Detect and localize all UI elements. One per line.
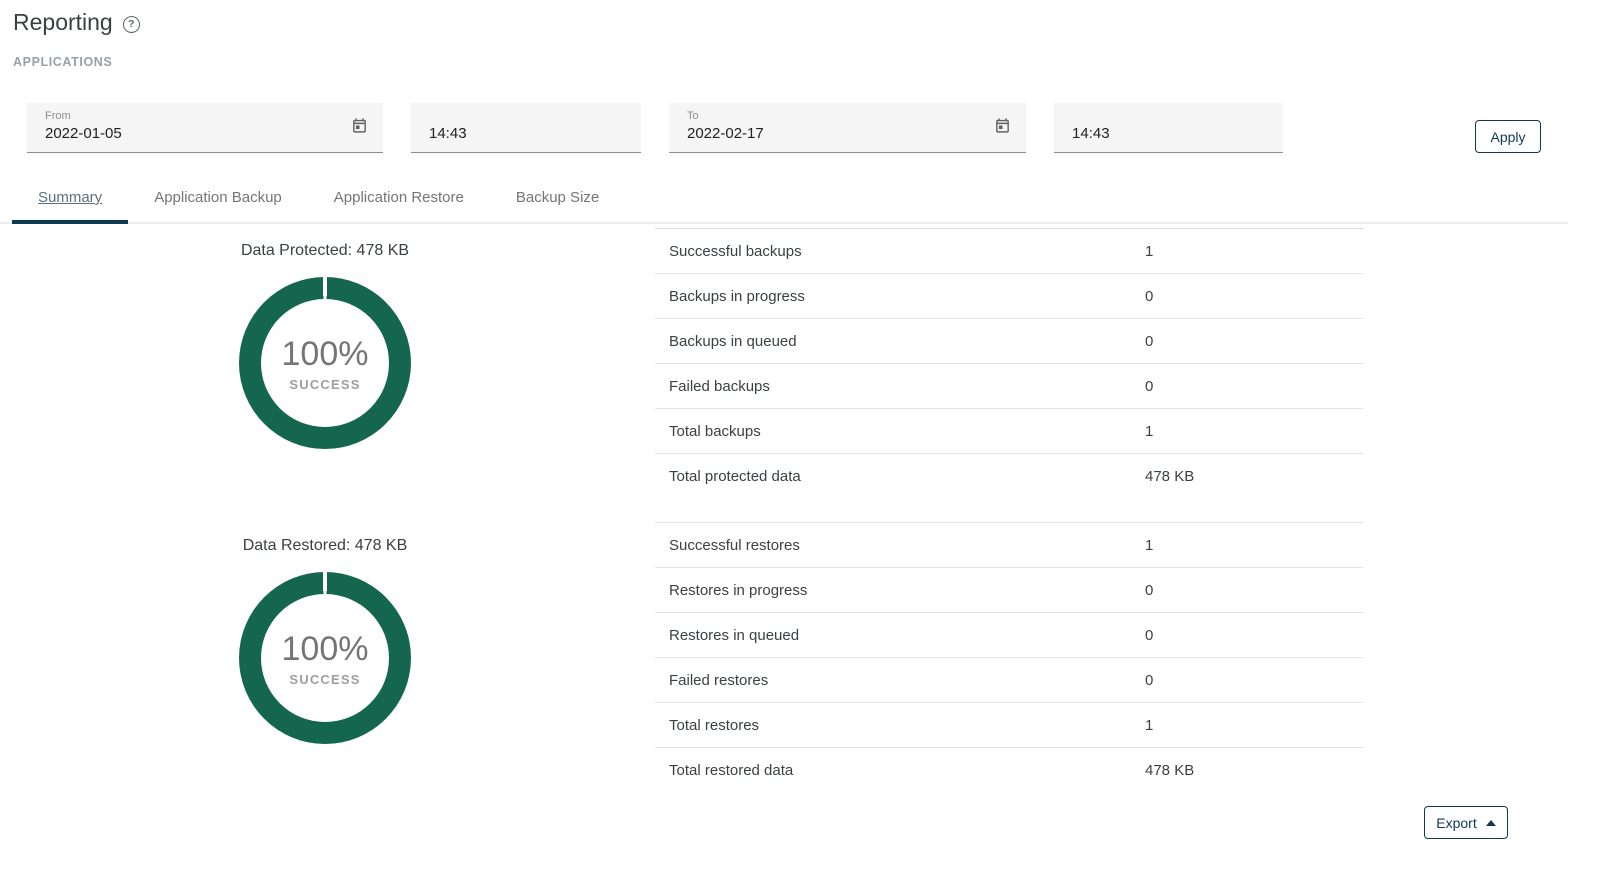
row-value: 1 [1145, 423, 1363, 440]
table-row: Successful restores 1 [655, 523, 1363, 568]
to-date-value[interactable]: 2022-02-17 [687, 125, 1008, 142]
export-label: Export [1436, 815, 1476, 831]
donut-chart-restored: 100% SUCCESS [239, 572, 411, 744]
row-label: Restores in queued [655, 627, 1145, 644]
from-time-field[interactable]: 14:43 [411, 103, 641, 153]
row-label: Restores in progress [655, 582, 1145, 599]
row-value: 1 [1145, 243, 1363, 260]
from-date-label: From [45, 110, 365, 124]
row-value: 0 [1145, 333, 1363, 350]
table-row: Successful backups 1 [655, 229, 1363, 274]
row-value: 1 [1145, 537, 1363, 554]
caret-up-icon [1486, 820, 1496, 826]
table-row: Failed backups 0 [655, 364, 1363, 409]
page-title: Reporting [13, 9, 113, 36]
help-icon[interactable]: ? [123, 16, 140, 33]
from-date-value[interactable]: 2022-01-05 [45, 125, 365, 142]
row-value: 0 [1145, 582, 1363, 599]
summary-tables: Successful backups 1 Backups in progress… [655, 228, 1363, 793]
from-time-label [429, 110, 623, 124]
tab-summary[interactable]: Summary [12, 173, 128, 222]
table-row: Backups in progress 0 [655, 274, 1363, 319]
donut-center-label: 100% SUCCESS [239, 572, 411, 744]
tab-backup-size[interactable]: Backup Size [490, 173, 625, 222]
row-label: Total restored data [655, 762, 1145, 779]
row-label: Backups in queued [655, 333, 1145, 350]
to-date-label: To [687, 110, 1008, 124]
tab-application-restore[interactable]: Application Restore [308, 173, 490, 222]
table-row: Total protected data 478 KB [655, 454, 1363, 499]
row-label: Successful backups [655, 243, 1145, 260]
row-label: Total restores [655, 717, 1145, 734]
charts-column: Data Protected: 478 KB 100% SUCCESS Data… [0, 228, 650, 828]
percent-value: 100% [282, 335, 369, 374]
row-value: 1 [1145, 717, 1363, 734]
page-header: Reporting ? [13, 9, 140, 36]
percent-value: 100% [282, 630, 369, 669]
donut-chart-protected: 100% SUCCESS [239, 277, 411, 449]
row-value: 478 KB [1145, 762, 1363, 779]
row-label: Successful restores [655, 537, 1145, 554]
table-row: Backups in queued 0 [655, 319, 1363, 364]
table-row: Total backups 1 [655, 409, 1363, 454]
table-row: Total restored data 478 KB [655, 748, 1363, 793]
export-button[interactable]: Export [1424, 806, 1508, 839]
tab-application-backup[interactable]: Application Backup [128, 173, 308, 222]
table-row: Total restores 1 [655, 703, 1363, 748]
section-label-applications: APPLICATIONS [13, 55, 112, 69]
apply-button[interactable]: Apply [1475, 120, 1541, 153]
donut-center-label: 100% SUCCESS [239, 277, 411, 449]
calendar-icon[interactable] [351, 117, 368, 134]
chart-title: Data Protected: 478 KB [0, 242, 650, 260]
row-value: 478 KB [1145, 468, 1363, 485]
to-time-label [1072, 110, 1265, 124]
row-value: 0 [1145, 672, 1363, 689]
row-value: 0 [1145, 627, 1363, 644]
to-time-value[interactable]: 14:43 [1072, 125, 1265, 142]
tab-bar: Summary Application Backup Application R… [0, 173, 1568, 224]
success-label: SUCCESS [289, 377, 360, 392]
success-label: SUCCESS [289, 672, 360, 687]
row-value: 0 [1145, 378, 1363, 395]
from-time-value[interactable]: 14:43 [429, 125, 623, 142]
calendar-icon[interactable] [994, 117, 1011, 134]
table-row: Restores in queued 0 [655, 613, 1363, 658]
table-row: Failed restores 0 [655, 658, 1363, 703]
to-date-field[interactable]: To 2022-02-17 [669, 103, 1026, 153]
row-label: Total backups [655, 423, 1145, 440]
row-label: Backups in progress [655, 288, 1145, 305]
from-date-field[interactable]: From 2022-01-05 [27, 103, 383, 153]
reporting-page: Reporting ? APPLICATIONS From 2022-01-05… [0, 0, 1608, 870]
row-label: Failed restores [655, 672, 1145, 689]
to-time-field[interactable]: 14:43 [1054, 103, 1283, 153]
row-label: Total protected data [655, 468, 1145, 485]
row-value: 0 [1145, 288, 1363, 305]
table-row: Restores in progress 0 [655, 568, 1363, 613]
chart-title: Data Restored: 478 KB [0, 537, 650, 555]
data-protected-chart: Data Protected: 478 KB 100% SUCCESS [0, 242, 650, 449]
data-restored-chart: Data Restored: 478 KB 100% SUCCESS [0, 537, 650, 744]
row-label: Failed backups [655, 378, 1145, 395]
backups-table: Successful backups 1 Backups in progress… [655, 228, 1363, 499]
restores-table: Successful restores 1 Restores in progre… [655, 522, 1363, 793]
